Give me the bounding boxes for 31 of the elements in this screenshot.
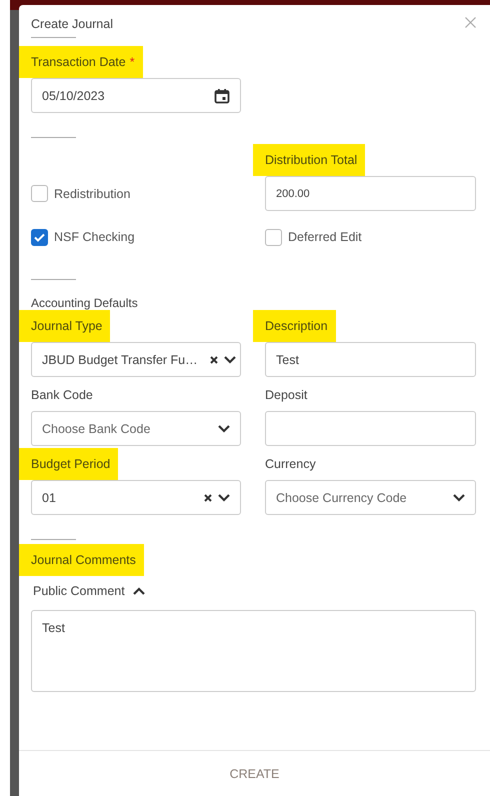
section-heading: Accounting Defaults	[31, 296, 139, 310]
field-label: Bank Code	[31, 387, 93, 404]
field-placeholder: Choose Currency Code	[276, 490, 407, 504]
field-value: Test	[276, 352, 299, 366]
field-label: Distribution Total	[253, 144, 366, 176]
field-value: 05/10/2023	[42, 88, 105, 102]
field-value: 01	[42, 490, 56, 504]
checkbox-label: Redistribution	[54, 186, 130, 200]
field-label: Currency	[265, 456, 316, 473]
field-value: JBUD Budget Transfer Fu…	[42, 352, 198, 366]
input-field[interactable]: 200.00	[265, 176, 476, 211]
checkbox-label: NSF Checking	[54, 230, 135, 244]
section-heading: Journal Comments	[19, 544, 144, 576]
field-label: Transaction Date *	[19, 46, 143, 78]
input-field[interactable]: Test	[265, 342, 476, 377]
checkbox-label: Deferred Edit	[288, 230, 362, 244]
field-label: Description	[253, 310, 336, 342]
select-field[interactable]: Choose Bank Code	[31, 411, 241, 446]
select-field[interactable]: JBUD Budget Transfer Fu…	[31, 342, 241, 377]
select-field[interactable]: 01	[31, 480, 241, 515]
create-button[interactable]: CREATE	[220, 760, 290, 786]
comment-field[interactable]: Test	[31, 610, 476, 692]
public-comment-toggle[interactable]: Public Comment	[31, 576, 147, 606]
select-field[interactable]: Choose Currency Code	[265, 480, 476, 515]
field-label: Deposit	[265, 387, 308, 404]
dialog-title: Create Journal	[31, 17, 113, 31]
date-field[interactable]: 05/10/2023	[31, 78, 241, 113]
field-label: Budget Period	[19, 448, 118, 480]
field-placeholder: Choose Bank Code	[42, 422, 150, 436]
field-label: Journal Type	[19, 310, 110, 342]
field-value: 200.00	[276, 188, 310, 200]
